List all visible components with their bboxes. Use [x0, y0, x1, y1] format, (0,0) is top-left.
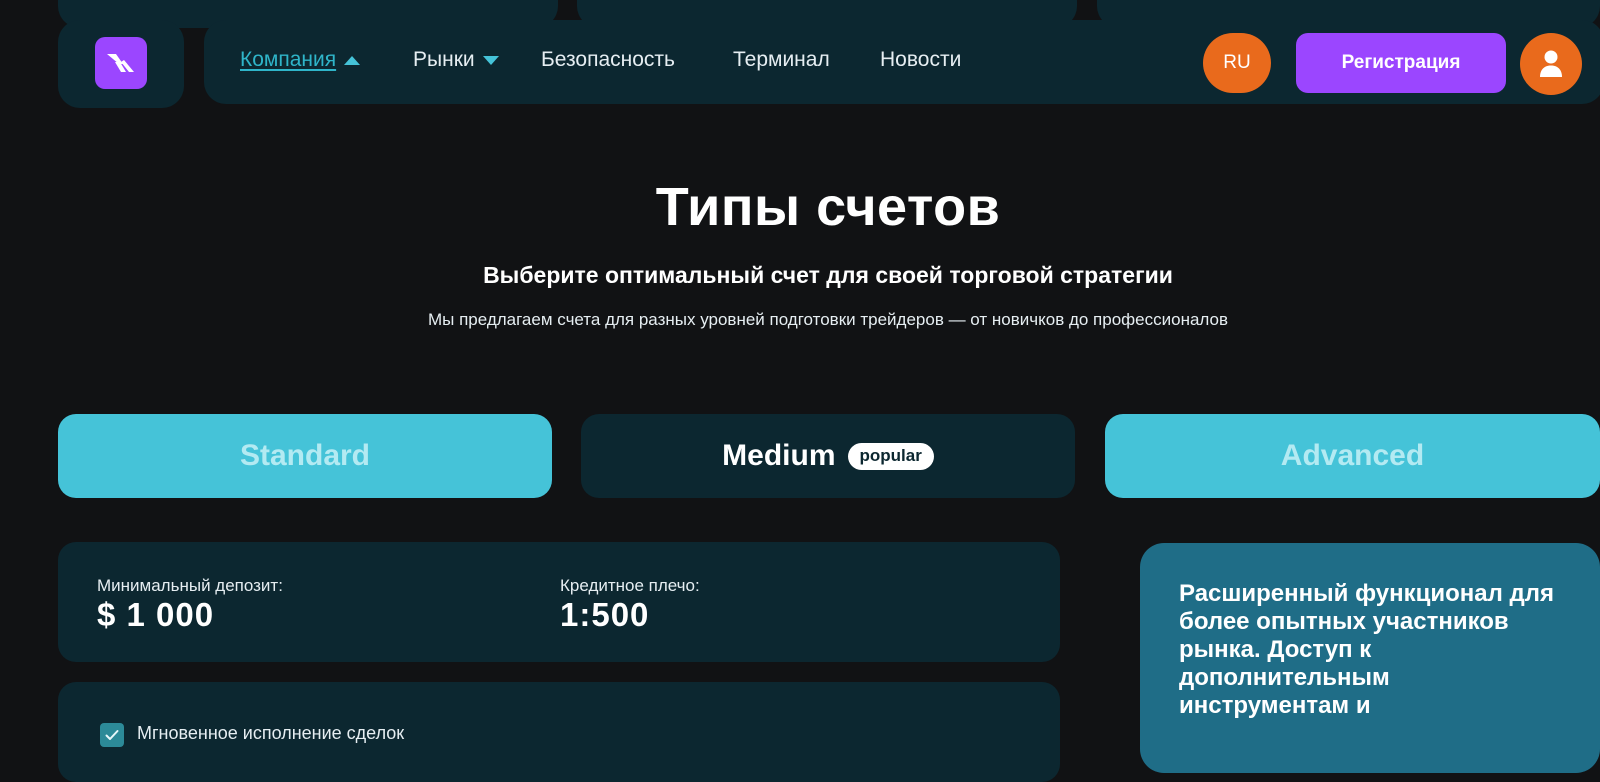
tab-label: Medium: [722, 439, 836, 472]
tab-advanced[interactable]: Advanced: [1105, 414, 1600, 498]
page-description: Мы предлагаем счета для разных уровней п…: [427, 310, 1229, 329]
leverage-value: 1:500: [560, 596, 650, 633]
brand-logo-icon: [107, 54, 134, 72]
nav-item-news[interactable]: Новости: [880, 48, 961, 72]
nav-item-label: Компания: [240, 48, 337, 71]
popular-badge: popular: [847, 442, 934, 470]
caret-up-icon: [344, 55, 361, 65]
checkmark-icon: [105, 730, 119, 740]
nav-item-label: Терминал: [733, 48, 830, 71]
nav-item-label: Безопасность: [541, 48, 675, 71]
min-deposit-label: Минимальный депозит:: [97, 576, 283, 595]
leverage-label: Кредитное плечо:: [560, 576, 700, 595]
nav-item-label: Новости: [880, 48, 962, 71]
tab-medium[interactable]: Medium popular: [581, 414, 1075, 498]
nav-item-security[interactable]: Безопасность: [541, 48, 675, 72]
nav-item-terminal[interactable]: Терминал: [733, 48, 830, 72]
language-switcher[interactable]: RU: [1203, 33, 1271, 93]
user-icon: [1540, 50, 1562, 77]
brand-logo[interactable]: [95, 37, 147, 89]
nav-item-company[interactable]: Компания: [240, 48, 361, 72]
nav-item-label: Рынки: [413, 48, 475, 71]
page-title: Типы счетов: [655, 177, 1001, 237]
advanced-description-text: Расширенный функционал для более опытных…: [1179, 580, 1555, 719]
tab-standard[interactable]: Standard: [58, 414, 552, 498]
tab-label: Advanced: [1280, 439, 1425, 472]
feature-item: Мгновенное исполнение сделок: [137, 723, 405, 743]
page-subtitle: Выберите оптимальный счет для своей торг…: [483, 262, 1173, 288]
nav-item-markets[interactable]: Рынки: [413, 48, 499, 72]
register-button[interactable]: Регистрация: [1296, 33, 1506, 93]
feature-checkbox[interactable]: [100, 723, 124, 747]
min-deposit-value: $ 1 000: [97, 596, 215, 633]
tab-label: Standard: [239, 439, 371, 472]
user-account-button[interactable]: [1520, 33, 1582, 95]
caret-down-icon: [482, 55, 499, 65]
